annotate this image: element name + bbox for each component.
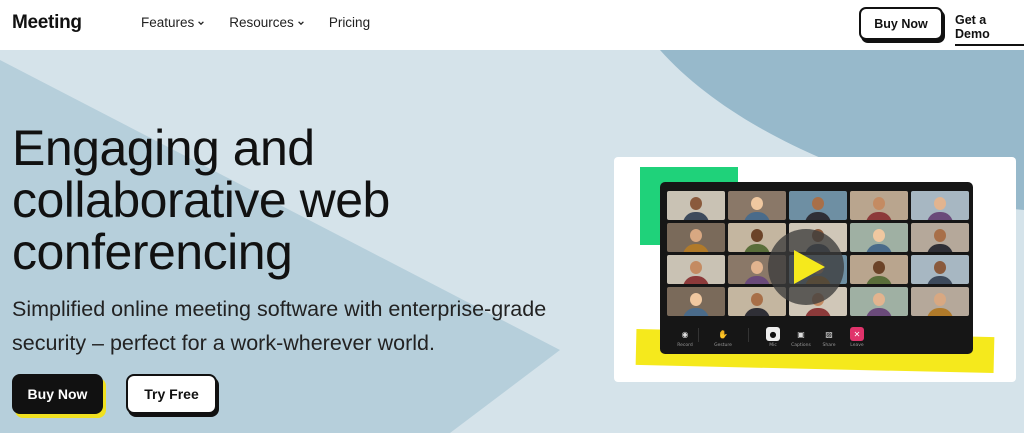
participant-face: [690, 261, 702, 274]
buy-now-button-header[interactable]: Buy Now: [859, 7, 943, 40]
product-mockup-card: ◉ Record ✋ Gesture ● Mic ▣ Captions ▨ Share ✕ Leave: [614, 157, 1016, 382]
nav-resources[interactable]: Resources: [229, 15, 305, 30]
participant-body: [805, 308, 831, 316]
participant-body: [866, 276, 892, 284]
toolbar-label: Gesture: [714, 343, 732, 348]
hand-icon: ✋: [718, 329, 728, 339]
participant-body: [744, 276, 770, 284]
participant-face: [873, 293, 885, 306]
logo[interactable]: Meeting: [12, 12, 82, 34]
participant-body: [683, 244, 709, 252]
participant-tile: [667, 287, 725, 316]
hero-subtitle: Simplified online meeting software with …: [12, 297, 547, 355]
participant-body: [744, 308, 770, 316]
participant-tile: [667, 223, 725, 252]
toolbar-mic[interactable]: ● Mic: [760, 327, 786, 348]
play-icon: [794, 250, 825, 284]
participant-body: [683, 212, 709, 220]
participant-tile: [850, 287, 908, 316]
participant-face: [873, 261, 885, 274]
nav-pricing[interactable]: Pricing: [329, 15, 370, 30]
participant-body: [744, 244, 770, 252]
participant-face: [690, 229, 702, 242]
video-call-screen: ◉ Record ✋ Gesture ● Mic ▣ Captions ▨ Share ✕ Leave: [660, 182, 973, 354]
participant-body: [683, 308, 709, 316]
chevron-down-icon: [297, 20, 304, 25]
record-icon: ◉: [681, 329, 689, 339]
participant-tile: [667, 255, 725, 284]
participant-body: [866, 212, 892, 220]
toolbar-label: Record: [677, 343, 693, 348]
participant-tile: [850, 223, 908, 252]
try-free-button[interactable]: Try Free: [126, 374, 217, 414]
play-button[interactable]: [768, 229, 844, 305]
participant-face: [873, 197, 885, 210]
participant-face: [690, 197, 702, 210]
camera-icon: ▣: [797, 329, 805, 339]
get-demo-link[interactable]: Get a Demo: [955, 13, 1024, 46]
participant-body: [927, 212, 953, 220]
participant-body: [927, 308, 953, 316]
participant-body: [744, 212, 770, 220]
toolbar-label: Share: [822, 343, 836, 348]
toolbar-separator: [698, 328, 699, 342]
participant-body: [927, 276, 953, 284]
participant-body: [866, 308, 892, 316]
participant-body: [927, 244, 953, 252]
participant-body: [805, 212, 831, 220]
participant-face: [751, 197, 763, 210]
participant-face: [934, 229, 946, 242]
participant-face: [751, 261, 763, 274]
toolbar-label: Leave: [850, 343, 864, 348]
toolbar-record[interactable]: ◉ Record: [672, 327, 698, 349]
participant-face: [751, 229, 763, 242]
participant-tile: [667, 191, 725, 220]
participant-tile: [789, 191, 847, 220]
participant-body: [683, 276, 709, 284]
participant-tile: [911, 223, 969, 252]
call-toolbar: ◉ Record ✋ Gesture ● Mic ▣ Captions ▨ Share ✕ Leave: [660, 322, 973, 354]
toolbar-label: Captions: [791, 343, 811, 348]
toolbar-share[interactable]: ▨ Share: [816, 327, 842, 349]
participant-tile: [850, 255, 908, 284]
chevron-down-icon: [198, 20, 205, 25]
participant-tile: [850, 191, 908, 220]
participant-tile: [911, 287, 969, 316]
participant-body: [866, 244, 892, 252]
participant-tile: [911, 191, 969, 220]
participant-face: [934, 197, 946, 210]
participant-face: [873, 229, 885, 242]
toolbar-leave[interactable]: ✕ Leave: [844, 327, 870, 348]
nav-resources-label: Resources: [229, 15, 294, 30]
share-icon: ▨: [825, 329, 833, 339]
nav-pricing-label: Pricing: [328, 15, 371, 30]
main-nav: Features Resources Pricing: [141, 15, 394, 30]
hero-headline: Engaging and collaborative web conferenc…: [12, 120, 390, 280]
participant-face: [812, 197, 824, 210]
toolbar-gesture[interactable]: ✋ Gesture: [710, 327, 736, 349]
toolbar-separator: [748, 328, 749, 342]
participant-tile: [911, 255, 969, 284]
participant-face: [934, 261, 946, 274]
nav-features[interactable]: Features: [141, 15, 205, 30]
buy-now-button[interactable]: Buy Now: [12, 374, 103, 414]
nav-features-label: Features: [141, 15, 195, 30]
participant-tile: [728, 191, 786, 220]
close-icon: ✕: [850, 327, 864, 341]
toolbar-label: Mic: [769, 343, 777, 348]
participant-face: [934, 293, 946, 306]
toolbar-captions[interactable]: ▣ Captions: [788, 327, 814, 349]
top-navigation: Meeting Features Resources Pricing Buy N…: [0, 0, 1024, 50]
mic-icon: ●: [766, 327, 780, 341]
participant-face: [690, 293, 702, 306]
hero-section: Engaging and collaborative web conferenc…: [0, 50, 1024, 433]
participant-face: [751, 293, 763, 306]
